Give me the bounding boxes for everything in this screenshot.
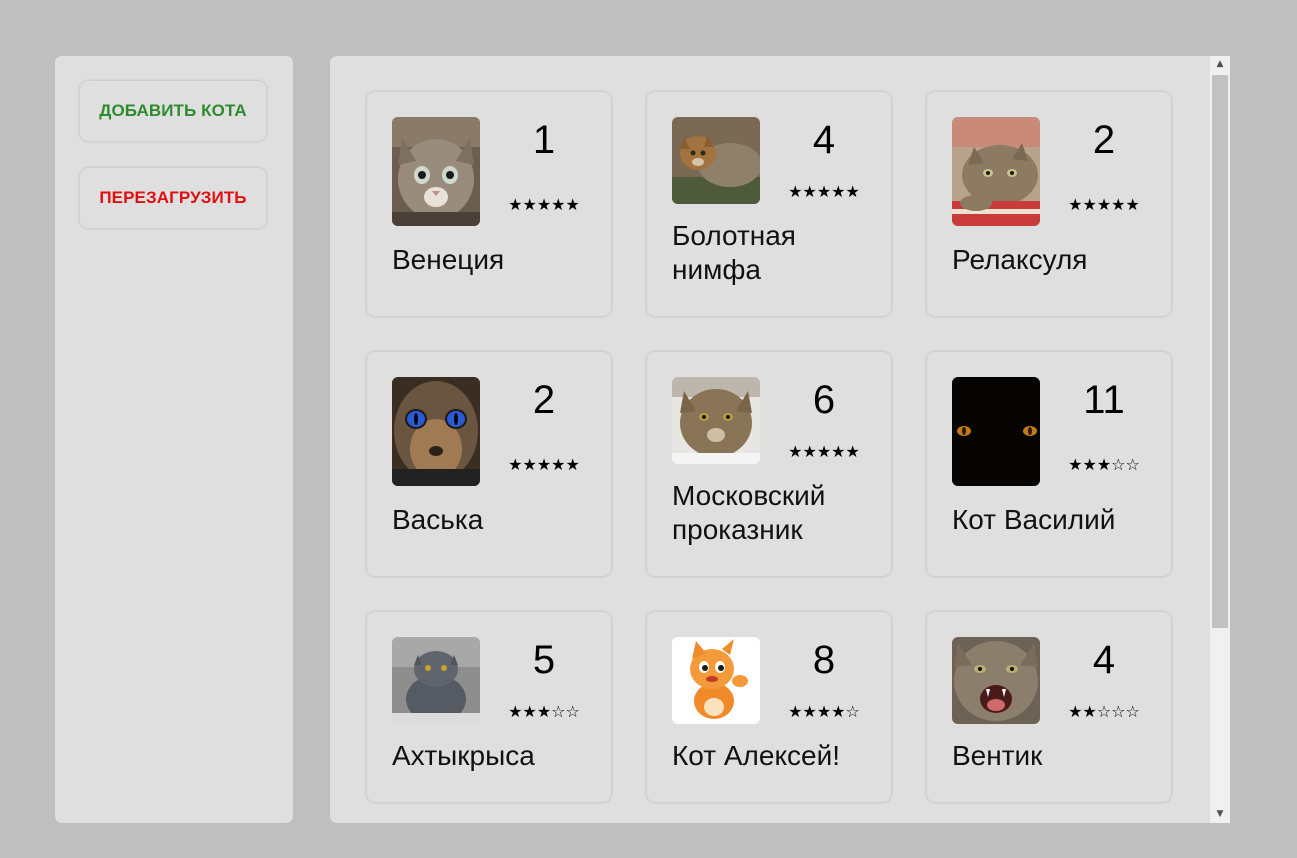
cat-card[interactable]: 6 ★★★★★ Московский проказник xyxy=(647,352,891,576)
cat-rating: 11 xyxy=(1083,378,1125,422)
cat-card[interactable]: 5 ★★★☆☆ Ахтыкрыса xyxy=(367,612,611,802)
cat-rating: 2 xyxy=(1092,118,1116,162)
star-rating: ★★★★★ xyxy=(788,182,860,201)
cat-rating: 2 xyxy=(532,378,556,422)
cat-name: Релаксуля xyxy=(952,244,1088,275)
cat-card[interactable]: 2 ★★★★★ Релаксуля xyxy=(927,92,1171,316)
cat-card[interactable]: 11 ★★★☆☆ Кот Василий xyxy=(927,352,1171,576)
vertical-scrollbar[interactable]: ▲ ▼ xyxy=(1210,56,1230,823)
cat-rating: 6 xyxy=(812,378,836,422)
hissing-cat-photo xyxy=(952,637,1040,724)
reload-button[interactable]: ПЕРЕЗАГРУЗИТЬ xyxy=(80,168,266,228)
cat-name: Венеция xyxy=(392,244,505,275)
cat-name: Московский проказник xyxy=(672,480,826,545)
star-rating: ★★☆☆☆ xyxy=(1068,702,1140,721)
scroll-down-arrow-icon[interactable]: ▼ xyxy=(1210,806,1230,823)
cat-list-panel: 1 ★★★★★ Венеция 4 ★★★★★ Болотная нимфа 2… xyxy=(330,56,1230,823)
cat-name: Вентик xyxy=(952,740,1043,771)
cat-rating: 4 xyxy=(812,118,836,162)
cat-name: Болотная нимфа xyxy=(672,220,796,285)
star-rating: ★★★★☆ xyxy=(788,702,860,721)
cartoon-kitten-photo xyxy=(672,637,760,724)
blue-eyed-cat-photo xyxy=(392,377,480,486)
add-cat-button[interactable]: ДОБАВИТЬ КОТА xyxy=(80,81,266,141)
star-rating: ★★★☆☆ xyxy=(1068,455,1140,474)
cat-name: Кот Алексей! xyxy=(672,740,841,771)
cat-name: Васька xyxy=(392,504,484,535)
cat-card[interactable]: 8 ★★★★☆ Кот Алексей! xyxy=(647,612,891,802)
star-rating: ★★★★★ xyxy=(508,455,580,474)
cat-grid: 1 ★★★★★ Венеция 4 ★★★★★ Болотная нимфа 2… xyxy=(367,92,1171,823)
star-rating: ★★★★★ xyxy=(788,442,860,461)
tabby-kitten-photo xyxy=(392,117,480,226)
cat-card[interactable]: 1 ★★★★★ Венеция xyxy=(367,92,611,316)
cat-name: Ахтыкрыса xyxy=(392,740,535,771)
star-rating: ★★★★★ xyxy=(508,195,580,214)
sidebar: ДОБАВИТЬ КОТА ПЕРЕЗАГРУЗИТЬ xyxy=(55,56,293,823)
cat-rating: 1 xyxy=(532,118,556,162)
cat-rating: 5 xyxy=(532,638,556,682)
relaxed-tabby-photo xyxy=(952,117,1040,226)
british-gray-cat-photo xyxy=(392,637,480,724)
cat-rating: 4 xyxy=(1092,638,1116,682)
wild-cat-photo xyxy=(672,117,760,204)
cat-card[interactable]: 2 ★★★★★ Васька xyxy=(367,352,611,576)
scroll-thumb[interactable] xyxy=(1212,75,1228,628)
eyes-in-dark-photo xyxy=(952,377,1040,486)
scroll-up-arrow-icon[interactable]: ▲ xyxy=(1210,56,1230,73)
cat-card[interactable]: 4 ★★★★★ Болотная нимфа xyxy=(647,92,891,316)
forest-cat-photo xyxy=(672,377,760,464)
cat-rating: 8 xyxy=(812,638,836,682)
cat-card[interactable]: 4 ★★☆☆☆ Вентик xyxy=(927,612,1171,802)
cat-name: Кот Василий xyxy=(952,504,1116,535)
star-rating: ★★★☆☆ xyxy=(508,702,580,721)
star-rating: ★★★★★ xyxy=(1068,195,1140,214)
